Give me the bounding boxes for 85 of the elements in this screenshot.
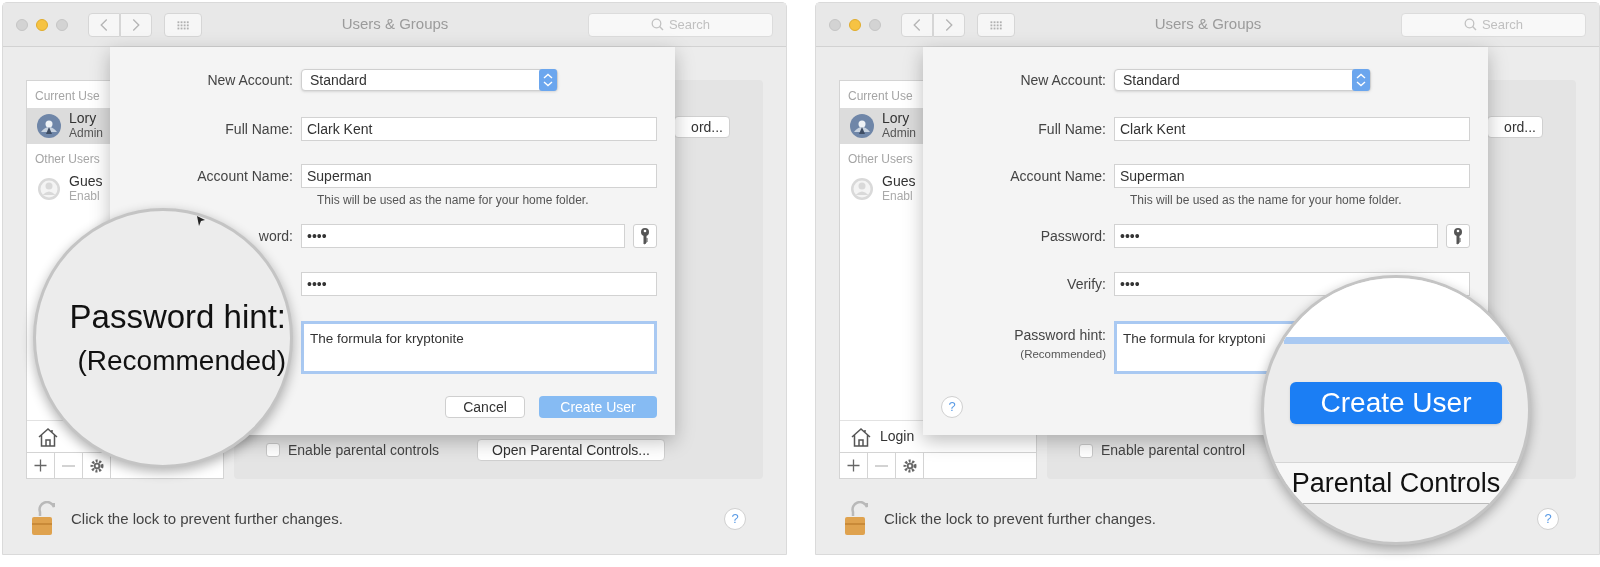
hint-text-area[interactable]: The formula for kryptonite bbox=[301, 321, 657, 374]
lock-icon[interactable] bbox=[31, 501, 55, 537]
field-label: Password: bbox=[1040, 226, 1106, 246]
zoom-icon[interactable] bbox=[869, 18, 881, 31]
login-options-label[interactable]: Login bbox=[880, 426, 915, 447]
checkbox-label: Enable parental controls bbox=[288, 440, 439, 460]
gear-icon[interactable] bbox=[902, 458, 917, 473]
search-icon bbox=[1463, 18, 1477, 31]
user-name: Gues bbox=[882, 174, 916, 189]
window-title: Users & Groups bbox=[340, 14, 450, 35]
stepper-icon bbox=[1352, 69, 1370, 91]
cursor-icon bbox=[196, 215, 206, 227]
change-password-button[interactable]: ord... bbox=[674, 116, 730, 138]
parental-controls-checkbox[interactable] bbox=[266, 443, 280, 457]
gear-icon[interactable] bbox=[89, 458, 104, 473]
close-icon[interactable] bbox=[829, 18, 841, 31]
field-label: Password hint: bbox=[1014, 326, 1106, 345]
window-title: Users & Groups bbox=[1153, 14, 1263, 35]
user-role: Enabl bbox=[69, 189, 101, 204]
account-type-popup[interactable]: Standard bbox=[1114, 69, 1371, 91]
key-icon bbox=[1453, 227, 1463, 245]
close-icon[interactable] bbox=[16, 18, 28, 31]
checkbox-label: Enable parental control bbox=[1101, 441, 1245, 460]
parental-controls-button[interactable]: Open Parental Controls... bbox=[477, 439, 665, 461]
user-role: Admin bbox=[69, 126, 103, 141]
user-role: Admin bbox=[882, 126, 916, 141]
minimize-icon[interactable] bbox=[849, 18, 861, 31]
field-label: Verify: bbox=[1067, 274, 1106, 294]
password-field[interactable]: •••• bbox=[301, 224, 625, 248]
magnified-label: Password hint: bbox=[69, 297, 286, 337]
stepper-icon bbox=[539, 69, 557, 91]
section-heading: Current Use bbox=[847, 88, 913, 105]
key-icon bbox=[640, 227, 650, 245]
user-name: Lory bbox=[69, 111, 98, 126]
account-type-popup[interactable]: Standard bbox=[301, 69, 558, 91]
section-heading: Other Users bbox=[34, 151, 100, 168]
search-icon bbox=[650, 18, 664, 31]
password-assistant-button[interactable] bbox=[1446, 224, 1470, 248]
field-label: Account Name: bbox=[197, 166, 293, 186]
house-icon[interactable] bbox=[37, 425, 59, 448]
field-label: word: bbox=[258, 226, 293, 246]
grid-icon[interactable] bbox=[977, 12, 1015, 37]
back-icon[interactable] bbox=[88, 12, 120, 37]
section-heading: Other Users bbox=[847, 151, 913, 168]
text-field[interactable]: Superman bbox=[301, 164, 657, 188]
text-field[interactable]: Clark Kent bbox=[1114, 117, 1470, 141]
field-label: New Account: bbox=[207, 70, 293, 90]
remove-icon[interactable] bbox=[62, 464, 75, 467]
user-icon bbox=[850, 177, 874, 201]
field-label: Account Name: bbox=[1010, 166, 1106, 186]
forward-icon[interactable] bbox=[120, 12, 152, 37]
field-label: Full Name: bbox=[1038, 119, 1106, 139]
user-icon bbox=[37, 177, 61, 201]
forward-icon[interactable] bbox=[933, 12, 965, 37]
field-note: This will be used as the name for your home folder. bbox=[317, 192, 589, 209]
magnified-label: (Recommended) bbox=[77, 344, 286, 378]
house-icon[interactable] bbox=[850, 425, 872, 448]
user-name: Lory bbox=[882, 111, 911, 126]
user-name: Gues bbox=[69, 174, 103, 189]
add-icon[interactable] bbox=[847, 459, 860, 472]
cancel-button[interactable]: Cancel bbox=[445, 396, 525, 418]
password-field[interactable]: •••• bbox=[301, 272, 657, 296]
lock-icon[interactable] bbox=[844, 501, 868, 537]
back-icon[interactable] bbox=[901, 12, 933, 37]
section-heading: Current Use bbox=[34, 88, 100, 105]
lock-message: Click the lock to prevent further changes. bbox=[71, 508, 343, 529]
magnified-button-text: Parental Controls bbox=[1291, 466, 1501, 500]
minimize-icon[interactable] bbox=[36, 18, 48, 31]
parental-controls-checkbox[interactable] bbox=[1079, 443, 1093, 458]
create-user-button[interactable]: Create User bbox=[1290, 382, 1502, 424]
field-label: New Account: bbox=[1020, 70, 1106, 90]
field-sublabel: (Recommended) bbox=[1020, 347, 1106, 362]
password-assistant-button[interactable] bbox=[633, 224, 657, 248]
user-role: Enabl bbox=[882, 189, 914, 204]
password-field[interactable]: •••• bbox=[1114, 224, 1438, 248]
field-label: Full Name: bbox=[225, 119, 293, 139]
text-field[interactable]: Superman bbox=[1114, 164, 1470, 188]
grid-icon[interactable] bbox=[164, 12, 202, 37]
lock-message: Click the lock to prevent further changes. bbox=[884, 508, 1156, 529]
change-password-button[interactable]: ord... bbox=[1487, 116, 1543, 138]
zoom-icon[interactable] bbox=[56, 18, 68, 31]
add-icon[interactable] bbox=[34, 459, 47, 472]
text-field[interactable]: Clark Kent bbox=[301, 117, 657, 141]
field-note: This will be used as the name for your home folder. bbox=[1130, 192, 1402, 209]
remove-icon[interactable] bbox=[875, 464, 888, 467]
